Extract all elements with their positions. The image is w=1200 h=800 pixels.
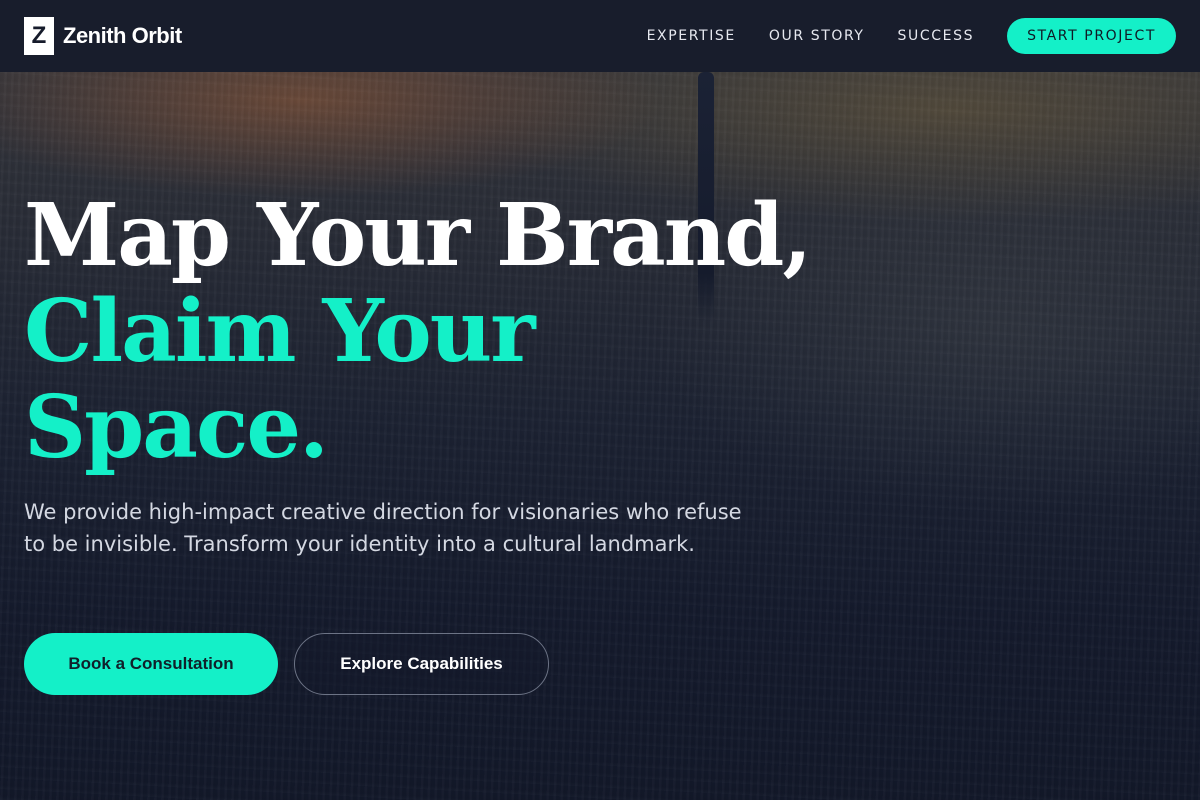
nav-link-our-story[interactable]: OUR STORY [769,28,865,44]
site-header: Z Zenith Orbit EXPERTISE OUR STORY SUCCE… [0,0,1200,72]
nav-link-expertise[interactable]: EXPERTISE [647,28,736,44]
headline-line-1: Map Your Brand, [24,185,812,286]
brand-logo[interactable]: Z Zenith Orbit [24,17,182,55]
hero-headline: Map Your Brand, Claim Your Space. [24,185,812,478]
book-consultation-button[interactable]: Book a Consultation [24,633,278,695]
hero-subtitle: We provide high-impact creative directio… [24,500,742,556]
logo-mark-icon: Z [24,17,54,55]
brand-name: Zenith Orbit [63,23,182,48]
nav-link-success[interactable]: SUCCESS [898,28,975,44]
explore-capabilities-button[interactable]: Explore Capabilities [294,633,549,695]
landing-page: Z Zenith Orbit EXPERTISE OUR STORY SUCCE… [0,0,1200,800]
headline-line-2: Claim Your [24,281,536,382]
hero-section: Map Your Brand, Claim Your Space. [24,185,812,478]
headline-line-3: Space. [24,377,329,478]
main-nav: EXPERTISE OUR STORY SUCCESS START PROJEC… [647,18,1176,54]
start-project-button[interactable]: START PROJECT [1007,18,1176,54]
hero-actions: Book a Consultation Explore Capabilities [24,633,549,695]
